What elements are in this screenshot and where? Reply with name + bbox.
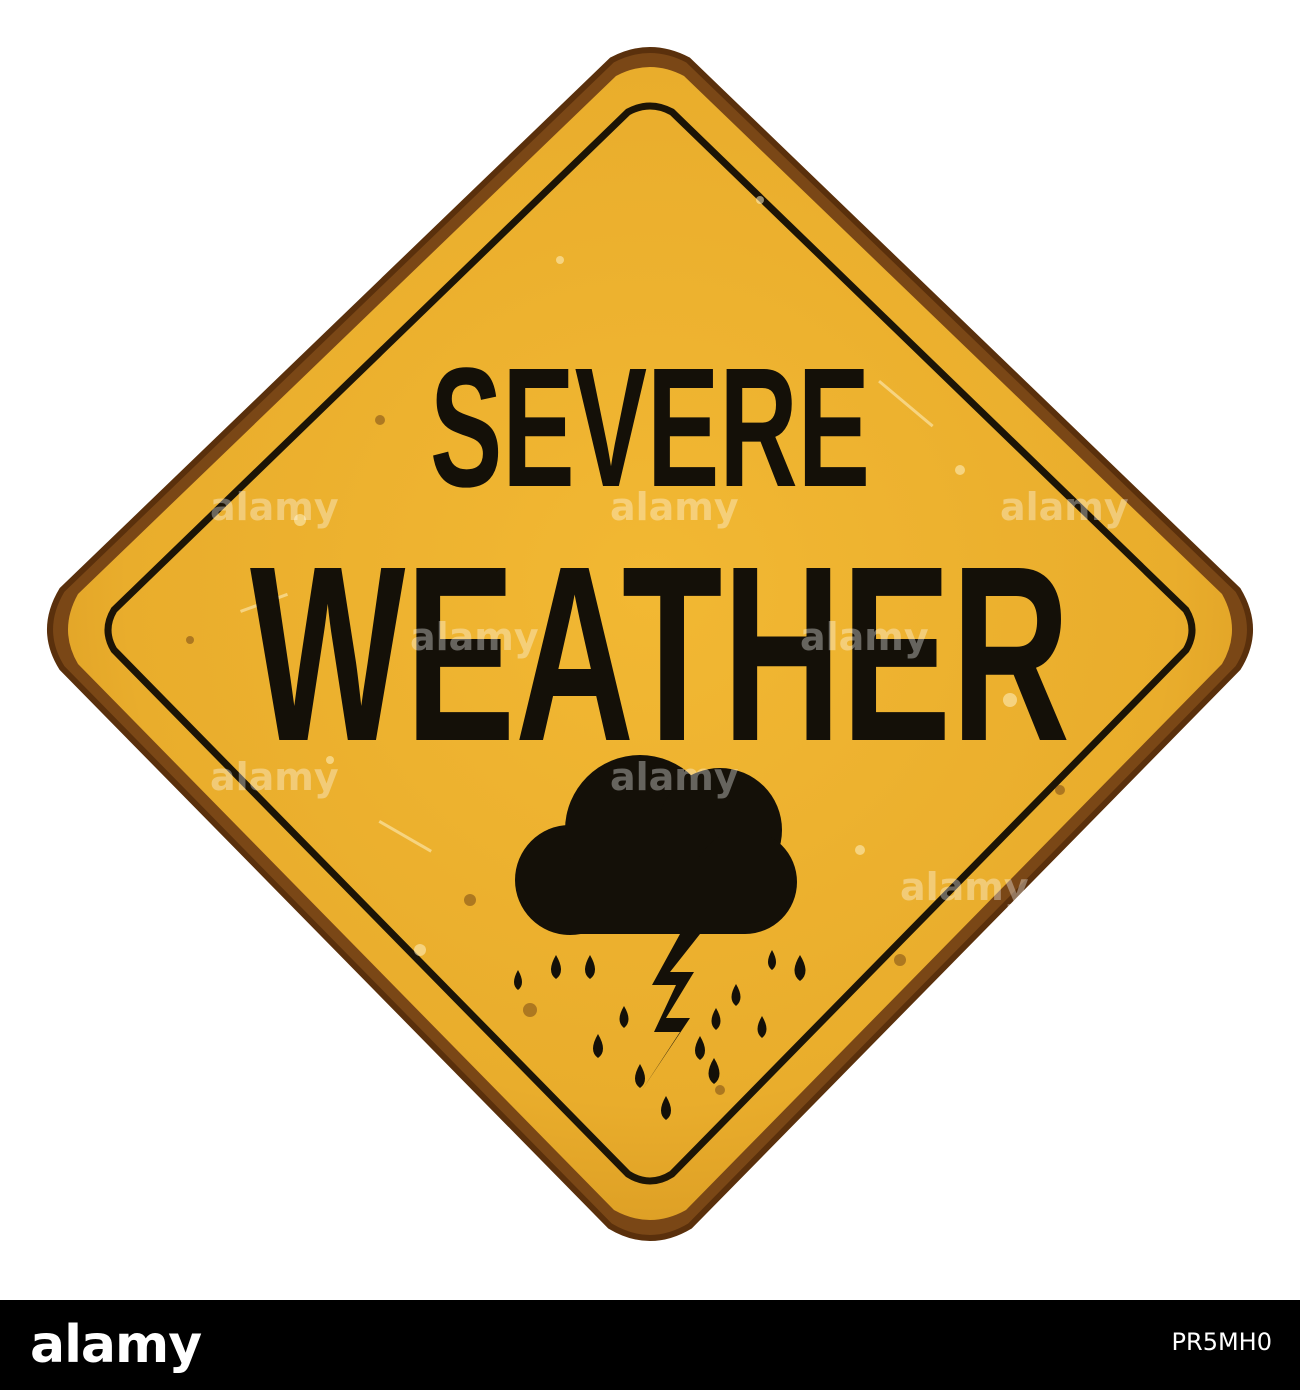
watermark-4: alamy <box>410 615 539 659</box>
watermark-6: alamy <box>210 755 339 799</box>
watermark-1: alamy <box>210 485 339 529</box>
watermark-5: alamy <box>800 615 929 659</box>
alamy-logo: alamy <box>30 1314 202 1376</box>
watermark-8: alamy <box>900 865 1029 909</box>
image-id-label: PR5MH0 <box>1171 1328 1272 1356</box>
alamy-logo-text: alamy <box>30 1315 202 1375</box>
footer-bar: alamy PR5MH0 <box>0 1300 1300 1390</box>
severe-weather-sign: SEVERE WEATHER alamy alamy alamy alamy a… <box>47 47 1253 1241</box>
sign-title-line2: WEATHER <box>250 514 1070 793</box>
watermark-7: alamy <box>610 755 739 799</box>
watermark-2: alamy <box>610 485 739 529</box>
image-stage: SEVERE WEATHER alamy alamy alamy alamy a… <box>0 0 1300 1390</box>
watermark-3: alamy <box>1000 485 1129 529</box>
